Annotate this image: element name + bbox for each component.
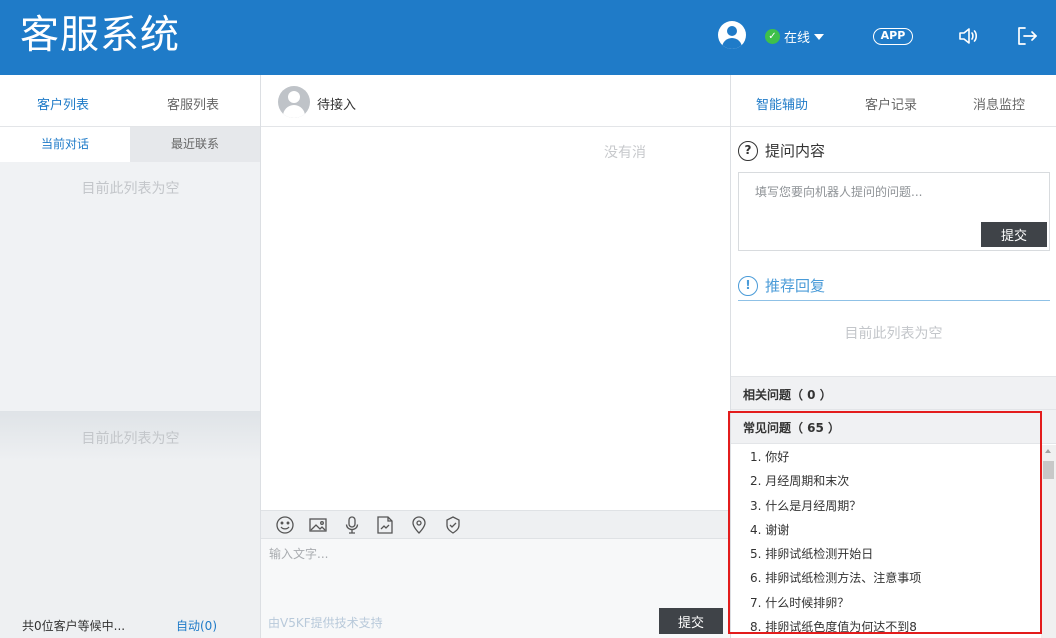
faq-item[interactable]: 6. 排卵试纸检测方法、注意事项 xyxy=(731,566,1041,590)
right-tab-bar: 智能辅助 客户记录 消息监控 xyxy=(731,75,1056,127)
ask-box: 提交 xyxy=(738,172,1050,251)
tab-smart-assist[interactable]: 智能辅助 xyxy=(756,94,808,113)
faq-item[interactable]: 1. 你好 xyxy=(731,445,1041,469)
left-tab-bar: 客户列表 客服列表 xyxy=(0,75,260,127)
faq-list: 1. 你好 2. 月经周期和末次 3. 什么是月经周期？ 4. 谢谢 5. 排卵… xyxy=(731,445,1041,638)
auto-assign-link[interactable]: 自动(0) xyxy=(176,617,217,634)
chat-title: 待接入 xyxy=(317,98,357,113)
microphone-icon[interactable] xyxy=(342,515,362,535)
chat-footer: 由V5KF提供技术支持 提交 xyxy=(261,605,730,638)
ask-section-title: ? 提问内容 xyxy=(738,140,825,161)
online-status-dropdown[interactable]: ✓ 在线 xyxy=(765,27,825,46)
question-icon: ? xyxy=(738,140,758,161)
message-input[interactable] xyxy=(261,539,730,605)
file-icon[interactable] xyxy=(375,515,395,535)
common-questions-header[interactable]: 常见问题（ 65 ） xyxy=(731,410,1056,444)
robot-question-input[interactable] xyxy=(739,173,1049,217)
image-icon[interactable] xyxy=(308,515,328,535)
app-button[interactable]: APP xyxy=(873,28,913,45)
recommend-divider xyxy=(738,300,1050,301)
faq-item[interactable]: 7. 什么时候排卵？ xyxy=(731,591,1041,615)
customer-avatar xyxy=(278,86,310,118)
waiting-count: 共0位客户等候中... xyxy=(22,619,126,633)
chat-panel: 待接入 没有消 由V5KF提供技术支持 提交 xyxy=(261,75,731,638)
recommend-section-title: ! 推荐回复 xyxy=(738,275,825,296)
faq-item[interactable]: 5. 排卵试纸检测开始日 xyxy=(731,542,1041,566)
waiting-queue: 目前此列表为空 共0位客户等候中... 自动(0) xyxy=(0,411,260,638)
chevron-down-icon xyxy=(814,33,825,40)
scroll-thumb[interactable] xyxy=(1043,461,1054,479)
send-button[interactable]: 提交 xyxy=(659,608,723,634)
status-label: 在线 xyxy=(784,31,811,46)
faq-scrollbar[interactable] xyxy=(1041,445,1056,638)
tab-recent-contacts[interactable]: 最近联系 xyxy=(130,127,260,162)
tab-customer-list[interactable]: 客户列表 xyxy=(37,94,89,113)
scroll-up-icon[interactable] xyxy=(1045,449,1051,453)
related-questions-header[interactable]: 相关问题（ 0 ） xyxy=(731,376,1056,410)
faq-item[interactable]: 4. 谢谢 xyxy=(731,518,1041,542)
left-sub-tab-bar: 当前对话 最近联系 xyxy=(0,127,260,162)
evaluate-icon[interactable] xyxy=(443,515,463,535)
queue-footer: 共0位客户等候中... 自动(0) xyxy=(0,612,260,638)
chat-toolbar xyxy=(261,510,730,539)
faq-item[interactable]: 3. 什么是月经周期？ xyxy=(731,494,1041,518)
location-icon[interactable] xyxy=(409,515,429,535)
recommend-empty-text: 目前此列表为空 xyxy=(844,326,943,342)
ask-submit-button[interactable]: 提交 xyxy=(981,222,1047,247)
logout-icon[interactable] xyxy=(1016,25,1038,47)
tab-current-conversation[interactable]: 当前对话 xyxy=(0,127,130,162)
online-check-icon: ✓ xyxy=(765,29,780,44)
no-message-text: 没有消 xyxy=(604,145,646,161)
user-avatar-icon[interactable] xyxy=(718,21,746,49)
tab-message-monitor[interactable]: 消息监控 xyxy=(973,94,1025,113)
exclamation-icon: ! xyxy=(738,275,758,296)
tab-customer-records[interactable]: 客户记录 xyxy=(865,94,917,113)
app-header: 客服系统 ✓ 在线 APP xyxy=(0,0,1056,75)
faq-item[interactable]: 8. 排卵试纸色度值为何达不到8 xyxy=(731,615,1041,638)
chat-header: 待接入 xyxy=(261,75,730,127)
volume-icon[interactable] xyxy=(957,25,979,47)
powered-by-text: 由V5KF提供技术支持 xyxy=(268,616,383,630)
app-title: 客服系统 xyxy=(20,13,181,58)
assist-panel: 智能辅助 客户记录 消息监控 ? 提问内容 提交 ! 推荐回复 目前此列表为空 … xyxy=(731,75,1056,638)
emoji-icon[interactable] xyxy=(275,515,295,535)
empty-list-text: 目前此列表为空 xyxy=(81,181,180,197)
queue-empty-text: 目前此列表为空 xyxy=(81,431,180,447)
faq-item[interactable]: 2. 月经周期和末次 xyxy=(731,469,1041,493)
tab-agent-list[interactable]: 客服列表 xyxy=(167,94,219,113)
customer-panel: 客户列表 客服列表 当前对话 最近联系 目前此列表为空 目前此列表为空 共0位客… xyxy=(0,75,261,638)
